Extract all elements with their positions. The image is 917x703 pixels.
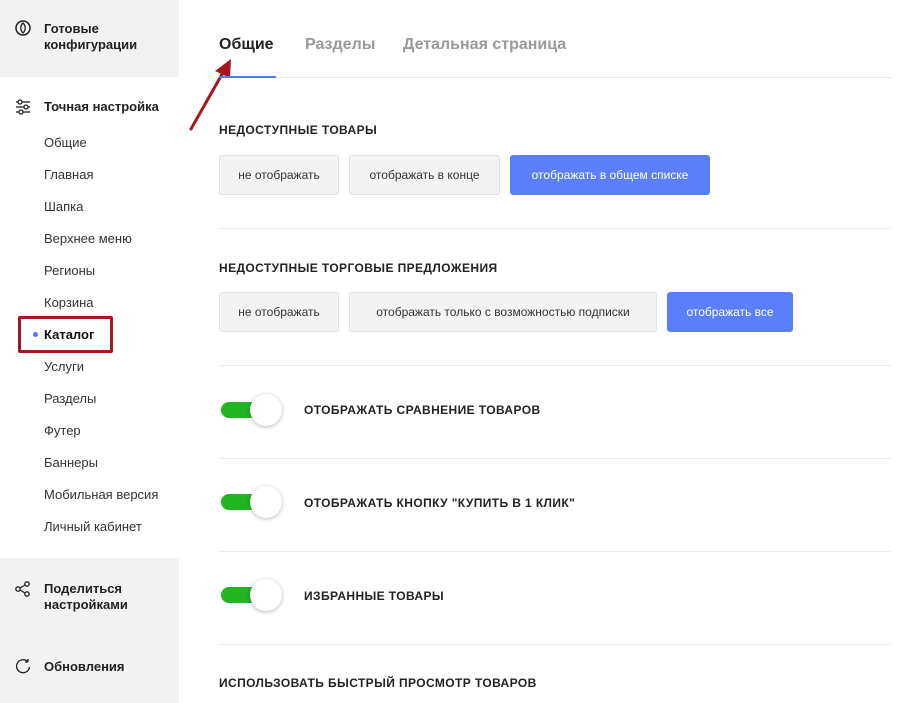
sidebar-item-account[interactable]: Личный кабинет xyxy=(44,519,142,535)
active-tab-underline xyxy=(219,76,276,78)
sidebar: Готовые конфигурации Точная настройка Об… xyxy=(0,0,179,703)
share-icon xyxy=(15,581,30,597)
tab-detail-page[interactable]: Детальная страница xyxy=(403,36,566,54)
toggle-knob xyxy=(250,394,282,426)
divider xyxy=(219,551,891,552)
goods-show-in-list-button[interactable]: отображать в общем списке xyxy=(510,155,710,195)
tabs-divider xyxy=(219,77,891,78)
divider xyxy=(219,458,891,459)
goods-hide-button[interactable]: не отображать xyxy=(219,155,339,195)
sidebar-item-services[interactable]: Услуги xyxy=(44,359,84,375)
sidebar-bottom-block: Поделиться настройками Обновления xyxy=(0,558,179,703)
sidebar-item-cart[interactable]: Корзина xyxy=(44,295,94,311)
configs-icon xyxy=(15,20,31,36)
sidebar-item-header[interactable]: Шапка xyxy=(44,199,83,215)
sidebar-share-settings[interactable]: Поделиться настройками xyxy=(44,581,164,613)
quick-view-title: ИСПОЛЬЗОВАТЬ БЫСТРЫЙ ПРОСМОТР ТОВАРОВ xyxy=(219,676,537,690)
sidebar-item-main[interactable]: Главная xyxy=(44,167,93,183)
toggle-knob xyxy=(250,486,282,518)
sidebar-item-regions[interactable]: Регионы xyxy=(44,263,95,279)
updates-icon xyxy=(15,659,31,674)
divider xyxy=(219,644,891,645)
sidebar-item-top-menu[interactable]: Верхнее меню xyxy=(44,231,132,247)
offers-show-all-button[interactable]: отображать все xyxy=(667,292,793,332)
sidebar-item-footer[interactable]: Футер xyxy=(44,423,81,439)
sidebar-item-general[interactable]: Общие xyxy=(44,135,87,151)
sidebar-updates[interactable]: Обновления xyxy=(44,659,125,675)
sidebar-item-sections[interactable]: Разделы xyxy=(44,391,96,407)
divider xyxy=(219,228,891,229)
goods-show-at-end-button[interactable]: отображать в конце xyxy=(349,155,500,195)
compare-toggle-label: ОТОБРАЖАТЬ СРАВНЕНИЕ ТОВАРОВ xyxy=(304,403,541,417)
favorites-toggle[interactable] xyxy=(219,576,282,614)
compare-toggle[interactable] xyxy=(219,391,282,429)
divider xyxy=(219,365,891,366)
toggle-knob xyxy=(250,579,282,611)
favorites-toggle-label: ИЗБРАННЫЕ ТОВАРЫ xyxy=(304,589,445,603)
tab-sections[interactable]: Разделы xyxy=(305,36,375,54)
sidebar-item-banners[interactable]: Баннеры xyxy=(44,455,98,471)
unavailable-offers-title: НЕДОСТУПНЫЕ ТОРГОВЫЕ ПРЕДЛОЖЕНИЯ xyxy=(219,261,498,275)
unavailable-goods-title: НЕДОСТУПНЫЕ ТОВАРЫ xyxy=(219,123,378,137)
sidebar-ready-configs[interactable]: Готовые конфигурации xyxy=(0,0,179,77)
tab-general[interactable]: Общие xyxy=(219,36,274,54)
main-content: Общие Разделы Детальная страница НЕДОСТУ… xyxy=(219,0,891,703)
one-click-toggle-label: ОТОБРАЖАТЬ КНОПКУ "КУПИТЬ В 1 КЛИК" xyxy=(304,496,576,510)
offers-hide-button[interactable]: не отображать xyxy=(219,292,339,332)
highlight-box xyxy=(18,316,113,353)
sidebar-item-mobile[interactable]: Мобильная версия xyxy=(44,487,158,503)
one-click-toggle[interactable] xyxy=(219,483,282,521)
sidebar-fine-tuning[interactable]: Точная настройка xyxy=(44,99,159,115)
sidebar-ready-configs-label: Готовые конфигурации xyxy=(44,21,138,52)
sliders-icon xyxy=(16,99,30,115)
offers-subscribe-only-button[interactable]: отображать только с возможностью подписк… xyxy=(349,292,657,332)
